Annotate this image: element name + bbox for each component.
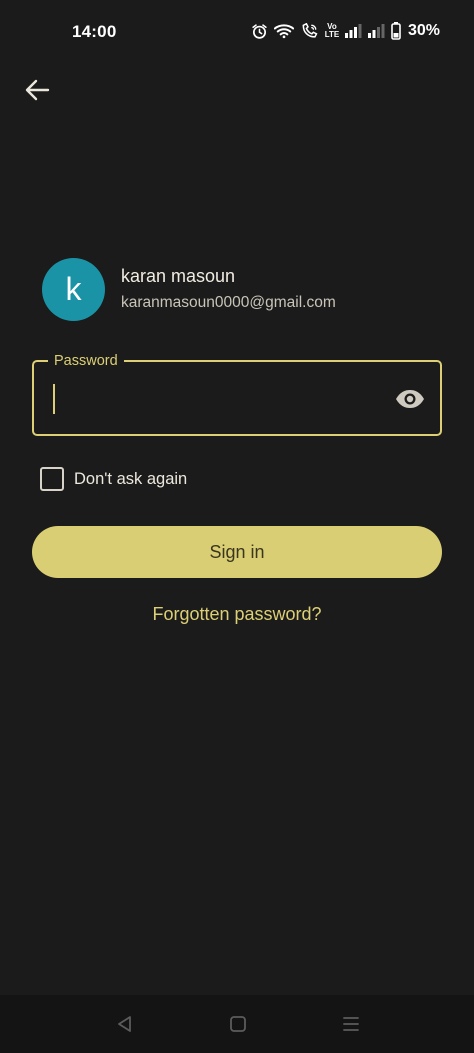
status-icons: Vo LTE 30% (251, 20, 440, 42)
volte-bottom-text: LTE (324, 30, 340, 39)
text-cursor (53, 384, 55, 414)
wifi-call-icon (300, 22, 319, 40)
dont-ask-again-row[interactable]: Don't ask again (40, 467, 187, 491)
battery-icon (391, 22, 401, 40)
battery-percent: 30% (407, 22, 440, 39)
eye-icon (396, 390, 424, 408)
volte-icon: Vo LTE (324, 23, 340, 39)
signal-icon (344, 24, 362, 38)
dont-ask-again-checkbox[interactable] (40, 467, 64, 491)
status-time: 14:00 (72, 22, 117, 41)
password-field[interactable]: Password (32, 352, 442, 436)
status-bar: 14:00 Vo LTE 30% (0, 0, 474, 62)
account-name: karan masoun (121, 266, 236, 286)
avatar: k (42, 258, 105, 321)
back-button[interactable] (20, 73, 54, 107)
signal-icon-secondary (367, 24, 385, 38)
nav-home-button[interactable] (223, 1009, 253, 1039)
password-input[interactable] (54, 382, 384, 416)
back-arrow-icon (25, 79, 50, 101)
home-square-icon (230, 1016, 246, 1032)
forgot-password-link[interactable]: Forgotten password? (0, 604, 474, 625)
account-email: karanmasoun0000@gmail.com (121, 294, 336, 311)
avatar-letter: k (65, 271, 82, 307)
dont-ask-again-label: Don't ask again (74, 469, 188, 488)
back-triangle-icon (118, 1016, 131, 1032)
navigation-bar (0, 995, 474, 1053)
show-password-button[interactable] (394, 386, 426, 412)
nav-back-button[interactable] (110, 1009, 140, 1039)
alarm-icon (251, 23, 268, 40)
recents-menu-icon (343, 1017, 359, 1031)
login-screen: 14:00 Vo LTE 30% k karan masoun karanmas… (0, 0, 474, 1053)
wifi-icon (273, 23, 294, 39)
nav-recents-button[interactable] (336, 1009, 366, 1039)
password-label: Password (48, 352, 124, 370)
sign-in-button[interactable]: Sign in (32, 526, 442, 578)
